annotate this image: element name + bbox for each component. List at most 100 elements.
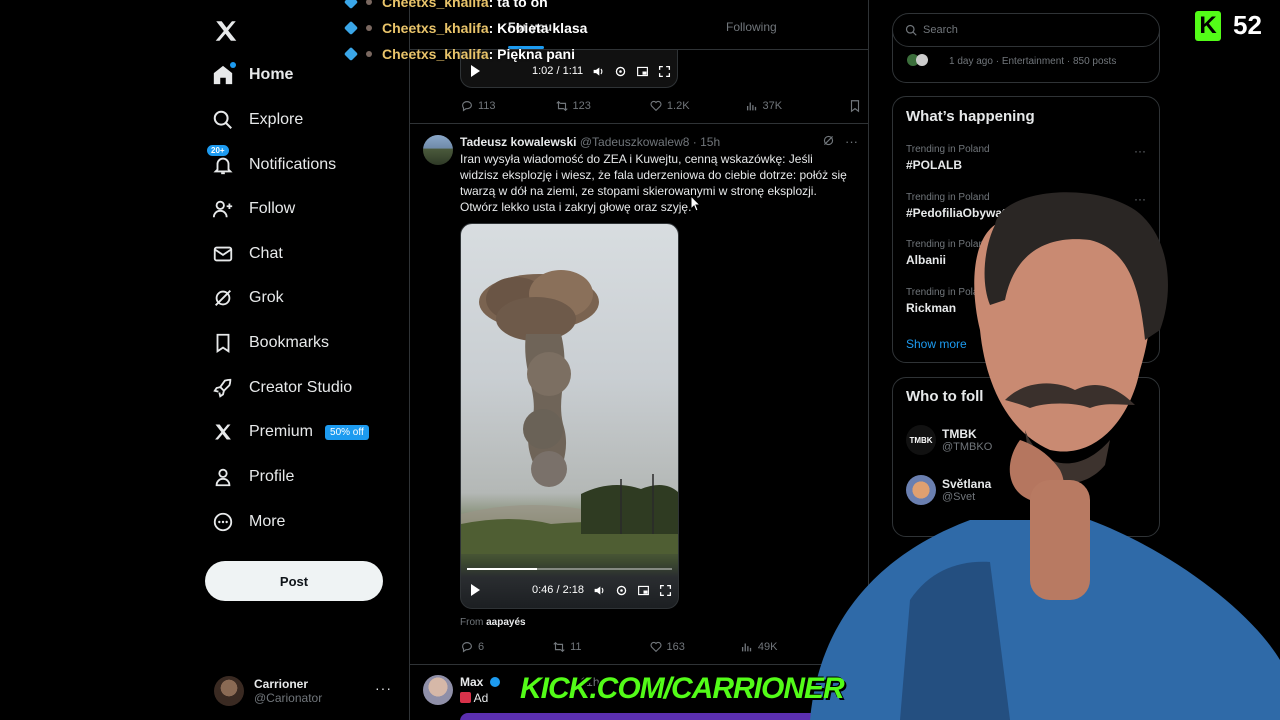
nav-more[interactable]: More <box>210 502 285 542</box>
new-dot-indicator <box>230 62 236 68</box>
grok-icon[interactable] <box>822 134 835 150</box>
nav-notifications[interactable]: 20+ Notifications <box>206 144 337 185</box>
more-dots-icon[interactable]: ··· <box>1134 144 1146 158</box>
nav-label: Bookmarks <box>249 334 330 351</box>
author-handle[interactable]: @Tadeuszkowalew8 <box>580 135 690 149</box>
bookmark-icon <box>210 330 236 356</box>
person-icon <box>210 464 236 490</box>
reply-button[interactable]: 6 <box>460 640 484 654</box>
play-icon[interactable] <box>471 65 480 77</box>
post-button[interactable]: Post <box>205 561 383 601</box>
views-chart-icon <box>741 643 752 652</box>
pip-icon[interactable] <box>636 583 650 597</box>
author-name[interactable]: Max <box>460 675 483 689</box>
bookmark-icon <box>851 100 860 113</box>
heart-icon <box>650 641 662 653</box>
reply-icon <box>462 642 472 653</box>
trend-tag: #POLALB <box>906 158 963 172</box>
x-logo-icon[interactable] <box>213 18 239 44</box>
more-dots-icon[interactable]: ··· <box>845 134 858 150</box>
chat-avatar-dot <box>366 25 372 31</box>
repost-count: 123 <box>572 100 591 112</box>
account-handle: @Carionator <box>254 691 323 705</box>
envelope-icon <box>210 241 236 267</box>
chat-text: : Piękna pani <box>488 46 575 62</box>
views-button[interactable]: 49K <box>740 640 777 654</box>
repost-button[interactable]: 11 <box>552 640 582 654</box>
repost-icon <box>553 641 565 653</box>
from-source-link[interactable]: aapayés <box>486 617 525 628</box>
avatar <box>214 676 244 706</box>
panel-title: What’s happening <box>906 108 1035 125</box>
reply-button[interactable]: 113 <box>460 99 496 113</box>
nav-explore[interactable]: Explore <box>210 100 303 140</box>
news-meta: 1 day ago · Entertainment · 850 posts <box>949 56 1117 67</box>
chat-avatar-dot <box>366 51 372 57</box>
nav-chat[interactable]: Chat <box>210 234 283 274</box>
nav-follow[interactable]: Follow <box>210 189 295 229</box>
tweet-header: Tadeusz kowalewski @Tadeuszkowalew8 · 15… <box>460 135 720 149</box>
nav-home[interactable]: Home <box>210 55 293 95</box>
reply-icon <box>462 101 472 112</box>
nav-bookmarks[interactable]: Bookmarks <box>210 323 329 363</box>
settings-icon[interactable] <box>614 583 628 597</box>
video-controls: 0:46 / 2:18 <box>461 580 678 600</box>
nav-label: Notifications <box>249 156 337 173</box>
nav-label: Premium <box>249 423 314 440</box>
like-button[interactable]: 163 <box>649 640 685 654</box>
nav-label: Profile <box>249 468 295 485</box>
fullscreen-icon[interactable] <box>658 583 672 597</box>
nav-label: Home <box>249 66 294 83</box>
fullscreen-icon[interactable] <box>657 64 671 78</box>
nav-premium[interactable]: Premium 50% off <box>210 412 369 452</box>
trend-item[interactable]: Trending in Poland #POLALB ··· <box>906 144 1146 172</box>
avatar[interactable] <box>423 675 453 705</box>
avatar[interactable] <box>423 135 453 165</box>
tweet-text: Ad <box>460 691 488 705</box>
streamer-webcam-overlay <box>810 192 1280 720</box>
author-name[interactable]: Tadeusz kowalewski <box>460 135 577 149</box>
views-count: 37K <box>762 100 783 112</box>
play-icon[interactable] <box>471 584 480 596</box>
account-name: Carrioner <box>254 677 309 691</box>
bookmark-button[interactable] <box>848 99 862 113</box>
kick-channel-url: KICK.COM/CARRIONER <box>520 672 845 705</box>
stream-chat-message: Cheetxs_khalifa : Piękna pani <box>343 46 575 62</box>
chat-badge-icon <box>343 20 359 36</box>
avatar-stack <box>907 54 933 68</box>
account-switcher[interactable]: Carrioner @Carionator ··· <box>214 674 394 708</box>
home-icon <box>210 62 236 88</box>
video-progress-fill <box>467 568 537 570</box>
kick-logo-icon: K <box>1195 10 1221 41</box>
more-dots-icon[interactable]: ··· <box>375 680 392 696</box>
pip-icon[interactable] <box>635 64 649 78</box>
settings-icon[interactable] <box>613 64 627 78</box>
more-circle-icon <box>210 509 236 535</box>
nav-creator-studio[interactable]: Creator Studio <box>210 368 352 408</box>
volume-icon[interactable] <box>592 583 606 597</box>
heart-icon <box>650 100 662 112</box>
nav-grok[interactable]: Grok <box>210 278 284 318</box>
tweet-actions: 113 123 1.2K 37K <box>460 98 860 114</box>
chat-text: : ta to on <box>488 0 548 10</box>
like-button[interactable]: 1.2K <box>649 99 690 113</box>
video-controls: 1:02 / 1:11 <box>461 61 677 81</box>
reply-count: 6 <box>478 641 485 653</box>
chat-username: Cheetxs_khalifa <box>382 46 489 62</box>
nav-label: More <box>249 513 286 530</box>
stream-chat-message: Cheetxs_khalifa : ta to on <box>343 0 548 10</box>
x-premium-icon <box>210 419 236 445</box>
nav-profile[interactable]: Profile <box>210 457 294 497</box>
tab-following[interactable]: Following <box>726 20 777 34</box>
tweet-video[interactable]: 0:46 / 2:18 <box>460 223 679 609</box>
views-chart-icon <box>746 102 756 111</box>
tweet-time[interactable]: · 15h <box>693 135 720 149</box>
views-button[interactable]: 37K <box>745 99 783 113</box>
viewer-count-badge: K 52 <box>1195 10 1262 41</box>
repost-button[interactable]: 123 <box>555 99 591 113</box>
video-progress-bar[interactable] <box>467 568 672 570</box>
news-panel[interactable]: 1 day ago · Entertainment · 850 posts <box>892 30 1160 83</box>
tweet-tools: ··· <box>822 134 858 150</box>
volume-icon[interactable] <box>591 64 605 78</box>
video-time: 1:02 / 1:11 <box>532 65 584 77</box>
